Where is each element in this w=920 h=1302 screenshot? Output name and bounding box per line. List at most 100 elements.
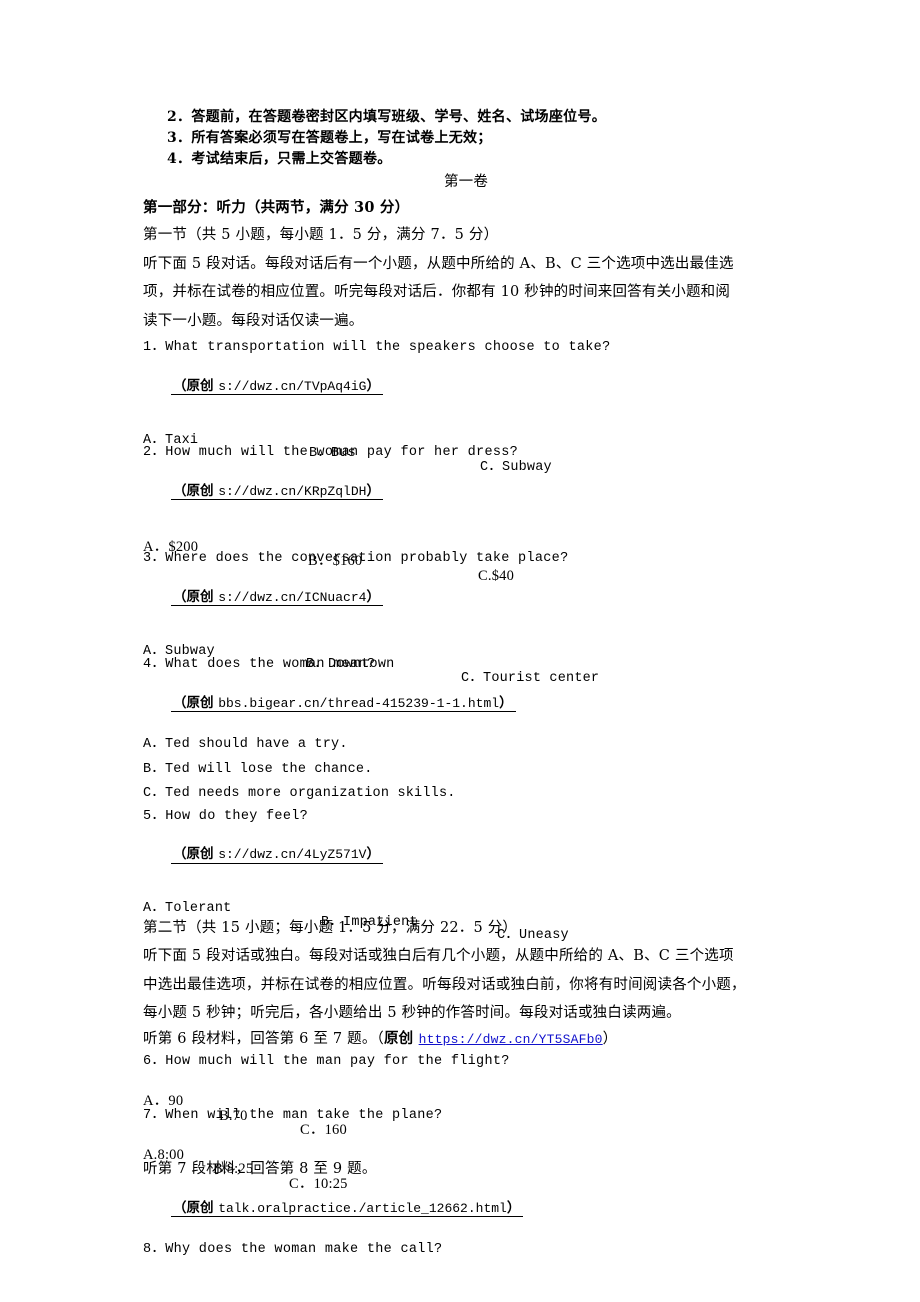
question-7-option-a[interactable]: A.8:00 [143, 1146, 185, 1163]
question-3: 3．Where does the conversation probably t… [143, 552, 789, 566]
material-six-text-prefix: 听第 6 段材料，回答第 6 至 7 题。（ [143, 1030, 384, 1047]
question-2-option-c-label: C. [478, 567, 492, 584]
question-7-text: When will the man take the plane? [165, 1107, 443, 1123]
question-4-annotation-suffix: ） [499, 694, 513, 711]
material-seven-annotation-url: talk.oralpractice./article_12662.html [218, 1200, 507, 1216]
question-6-option-a[interactable]: A．90 [143, 1094, 183, 1109]
section-two-instruction-line-1: 听下面 5 段对话或独白。每段对话或独白后有几个小题，从题中所给的 A、B、C … [143, 948, 734, 964]
question-6-option-b[interactable]: B.70 [219, 1107, 248, 1124]
question-2-option-b-value: $160 [332, 553, 363, 569]
instruction-item-2: 2．答题前，在答题卷密封区内填写班级、学号、姓名、试场座位号。 [167, 109, 607, 125]
question-7-option-c-value: 10:25 [313, 1175, 348, 1192]
question-6-number: 6． [143, 1054, 166, 1069]
question-2-option-b-label: B． [308, 553, 333, 569]
material-six-original-label: 原创 [383, 1029, 419, 1047]
question-6-option-b-value: 70 [232, 1107, 248, 1124]
material-seven-annotation-suffix: ） [506, 1199, 521, 1216]
question-7-option-c-label: C． [289, 1175, 314, 1192]
question-7-option-b-label: B. [213, 1161, 227, 1177]
question-2-option-c-value: $40 [491, 567, 515, 584]
question-7-option-a-value: 8:00 [157, 1146, 185, 1163]
material-six-text-suffix: ） [602, 1030, 618, 1047]
question-3-annotation-prefix: （原创 [173, 588, 219, 605]
question-5-option-a-label: A． [143, 901, 166, 916]
question-4-annotation-prefix: （原创 [173, 694, 219, 711]
question-6-option-a-value: 90 [168, 1093, 184, 1109]
question-5-option-a[interactable]: A．Tolerant [143, 902, 231, 916]
question-5-option-c-label: C． [497, 928, 520, 943]
question-6: 6．How much will the man pay for the flig… [143, 1055, 789, 1069]
question-3-option-a[interactable]: A．Subway [143, 643, 215, 659]
question-8: 8．Why does the woman make the call? [143, 1243, 789, 1257]
question-7-options: A.8:00 B.8:25 C．10:25 [143, 1133, 789, 1191]
material-seven-annotation-row: （原创 talk.oralpractice./article_12662.htm… [147, 1184, 789, 1234]
question-2-option-a-label: A． [143, 538, 169, 555]
question-1-annotation-row: （原创 s://dwz.cn/TVpAq4iG） [147, 362, 789, 412]
question-8-text: Why does the woman make the call? [165, 1242, 443, 1257]
question-4-option-a[interactable]: A．Ted should have a try. [143, 738, 789, 752]
instruction-item-4: 4．考试结束后，只需上交答题卷。 [167, 151, 392, 167]
question-1-option-c-label: C． [480, 459, 503, 475]
question-5-option-b-label: B． [321, 914, 344, 930]
question-2-option-a[interactable]: A．$200 [143, 538, 198, 555]
question-5-option-a-value: Tolerant [165, 901, 232, 916]
question-5-annotation: （原创 s://dwz.cn/4LyZ571V） [171, 846, 383, 864]
question-1-option-b[interactable]: B．Bus [309, 447, 356, 461]
question-6-option-b-label: B. [219, 1107, 233, 1124]
exam-paper-page: 2．答题前，在答题卷密封区内填写班级、学号、姓名、试场座位号。 3．所有答案必须… [0, 0, 920, 1302]
question-5-annotation-row: （原创 s://dwz.cn/4LyZ571V） [147, 830, 789, 880]
question-5-option-b[interactable]: B．Impatient [321, 914, 418, 930]
question-3-options: A．Subway B．Downtown C．Tourist center [143, 631, 789, 685]
question-1-options: A．Taxi B．Bus C．Subway [143, 420, 789, 474]
question-7-option-b-value: 8:25 [226, 1161, 254, 1177]
question-4-annotation-row: （原创 bbs.bigear.cn/thread-415239-1-1.html… [147, 679, 789, 729]
question-4: 4．What does the woman mean? [143, 658, 789, 672]
question-1-annotation-url: s://dwz.cn/TVpAq4iG [218, 378, 367, 394]
question-1-text: What transportation will the speakers ch… [165, 340, 611, 355]
question-4-annotation: （原创 bbs.bigear.cn/thread-415239-1-1.html… [171, 694, 516, 712]
question-7-option-a-label: A. [143, 1146, 158, 1163]
question-5-options: A．Tolerant B．Impatient C．Uneasy [143, 889, 789, 943]
question-5: 5．How do they feel? [143, 808, 789, 824]
question-1-annotation-suffix: ） [366, 377, 380, 394]
question-3-text: Where does the conversation probably tak… [165, 551, 569, 566]
question-4-option-c[interactable]: C．Ted needs more organization skills. [143, 787, 789, 801]
page-content: 2．答题前，在答题卷密封区内填写班级、学号、姓名、试场座位号。 3．所有答案必须… [143, 110, 789, 1257]
question-6-option-a-label: A． [143, 1093, 169, 1109]
question-1-option-c[interactable]: C．Subway [480, 459, 552, 475]
material-seven-annotation-prefix: （原创 [173, 1199, 219, 1216]
question-3-option-c[interactable]: C．Tourist center [461, 671, 599, 686]
question-5-option-c[interactable]: C．Uneasy [497, 929, 569, 943]
section-one-instruction-line-3: 读下一小题。每段对话仅读一遍。 [143, 312, 364, 329]
question-3-option-b-label: B． [306, 657, 329, 672]
question-2-annotation: （原创 s://dwz.cn/KRpZqlDH） [171, 483, 383, 500]
question-2-annotation-row: （原创 s://dwz.cn/KRpZqlDH） [147, 467, 789, 517]
question-8-number: 8． [143, 1242, 166, 1257]
question-3-annotation-row: （原创 s://dwz.cn/ICNuacr4） [147, 573, 789, 623]
material-six-link[interactable]: https://dwz.cn/YT5SAFb0 [419, 1032, 603, 1047]
section-two-heading: 第二节（共 15 小题；每小题 1．5 分，满分 22．5 分） [143, 919, 518, 936]
question-3-option-b-value: Downtown [328, 657, 395, 672]
question-2-option-b[interactable]: B．$160 [308, 554, 362, 569]
question-6-text: How much will the man pay for the flight… [165, 1054, 510, 1069]
section-two-instruction-line-2: 中选出最佳选项，并标在试卷的相应位置。听每段对话或独白前，你将有时间阅读各个小题… [143, 976, 746, 993]
part-one-heading: 第一部分：听力（共两节，满分 30 分） [143, 198, 410, 216]
question-1-option-a[interactable]: A．Taxi [143, 433, 198, 448]
question-7-option-b[interactable]: B.8:25 [213, 1162, 253, 1177]
question-5-annotation-suffix: ） [366, 846, 380, 862]
question-7-option-c[interactable]: C．10:25 [289, 1175, 348, 1192]
question-5-text: How do they feel? [165, 808, 309, 824]
question-3-annotation-suffix: ） [366, 588, 380, 605]
question-1-option-b-value: Bus [331, 446, 356, 461]
question-3-option-a-label: A． [143, 643, 166, 659]
section-one-instruction-line-2: 项，并标在试卷的相应位置。听完每段对话后．你都有 10 秒钟的时间来回答有关小题… [143, 284, 731, 300]
question-3-option-b[interactable]: B．Downtown [306, 658, 394, 672]
material-six-line: 听第 6 段材料，回答第 6 至 7 题。（原创 https://dwz.cn/… [143, 1029, 789, 1047]
question-5-option-c-value: Uneasy [519, 928, 569, 943]
question-6-options: A．90 B.70 C．160 [143, 1080, 789, 1138]
question-2-option-c[interactable]: C.$40 [478, 567, 515, 584]
material-seven-annotation: （原创 talk.oralpractice./article_12662.htm… [171, 1199, 524, 1217]
question-3-annotation: （原创 s://dwz.cn/ICNuacr4） [171, 588, 383, 606]
question-2-annotation-url: s://dwz.cn/KRpZqlDH [218, 483, 367, 499]
question-4-option-b[interactable]: B．Ted will lose the chance. [143, 762, 789, 777]
